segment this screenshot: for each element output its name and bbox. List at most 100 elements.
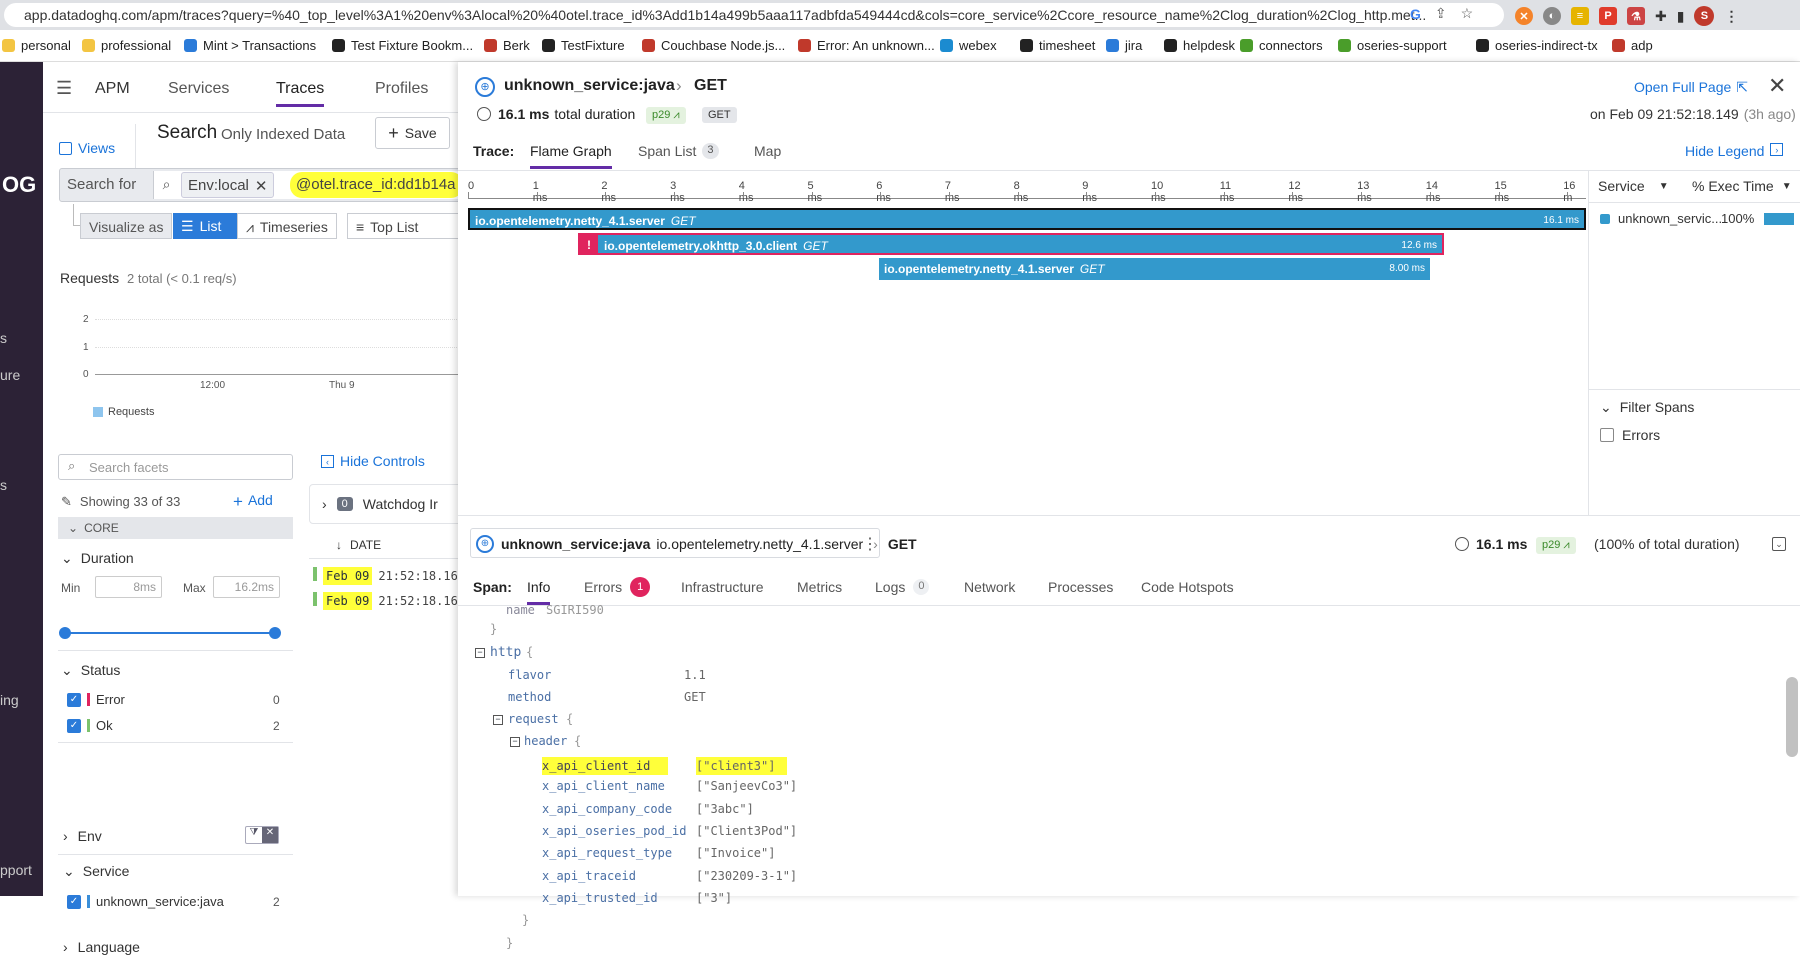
pencil-icon[interactable]: ✎ [61, 494, 72, 510]
legend-row[interactable]: unknown_servic... [1600, 211, 1722, 226]
language-facet[interactable]: › Language [63, 939, 140, 955]
tab-span-list[interactable]: Span List 3 [638, 143, 719, 159]
bookmark-item[interactable]: oseries-indirect-tx [1476, 38, 1598, 53]
nav-item[interactable]: ure [0, 367, 20, 383]
checkbox[interactable]: ✓ [67, 718, 81, 733]
apm-title[interactable]: APM [95, 80, 130, 98]
collapse-http-icon[interactable]: − [475, 648, 485, 658]
tab-map[interactable]: Map [754, 143, 781, 159]
service-facet[interactable]: ⌄ Service [63, 863, 129, 880]
header-value[interactable]: ["SanjeevCo3"] [696, 779, 797, 793]
header-value[interactable]: ["Invoice"] [696, 846, 775, 860]
errors-filter[interactable]: Errors [1600, 427, 1660, 443]
open-full-page-link[interactable]: Open Full Page ⇱ [1634, 79, 1748, 96]
panel-collapse-icon[interactable]: ⌄ [1772, 537, 1786, 551]
add-facet-button[interactable]: + Add [233, 492, 273, 512]
attr-value-flavor[interactable]: 1.1 [684, 668, 706, 682]
close-icon[interactable]: ✕ [1768, 73, 1786, 99]
nav-item[interactable]: ing [0, 692, 19, 708]
table-row[interactable]: Feb 09 21:52:18.16 [313, 592, 458, 610]
span-bar[interactable]: io.opentelemetry.netty_4.1.server GET 8.00… [879, 258, 1430, 280]
service-option[interactable]: ✓ unknown_service:java [67, 894, 224, 909]
extension-icon[interactable]: ✕ [1515, 7, 1533, 25]
date-column-header[interactable]: ↓ DATE [336, 538, 381, 552]
star-icon[interactable]: ☆ [1461, 5, 1474, 22]
puzzle-icon[interactable]: ✚ [1655, 8, 1667, 25]
env-filter-chip[interactable]: Env:local ✕ [181, 172, 275, 198]
tab-info[interactable]: Info [527, 579, 551, 605]
address-bar[interactable]: app.datadoghq.com/apm/traces?query=%40_t… [4, 3, 1504, 27]
legend-exec-column[interactable]: % Exec Time ▼ [1692, 178, 1792, 194]
legend-service-column[interactable]: Service ▼ [1598, 178, 1669, 194]
bookmark-item[interactable]: Berk [484, 38, 530, 53]
attr-group-header[interactable]: header [524, 734, 567, 748]
duration-facet[interactable]: ⌄ Duration [61, 550, 134, 567]
env-facet-main[interactable]: › Env [63, 828, 102, 844]
filter-spans-toggle[interactable]: ⌄ Filter Spans [1600, 399, 1694, 416]
bookmark-item[interactable]: jira [1106, 38, 1142, 53]
tab-processes[interactable]: Processes [1048, 579, 1113, 595]
table-row[interactable]: Feb 09 21:52:18.16 [313, 567, 458, 585]
scrollbar[interactable] [1786, 677, 1798, 757]
bookmark-item[interactable]: personal [2, 38, 71, 53]
nav-item[interactable]: s [0, 330, 7, 346]
bookmark-item[interactable]: TestFixture [542, 38, 625, 53]
span-bar[interactable]: io.opentelemetry.netty_4.1.server GET 16.1… [468, 208, 1586, 230]
filter-toggle-icon[interactable]: ⧩ ✕ [245, 826, 279, 844]
sidepanel-icon[interactable]: ▮ [1677, 8, 1685, 25]
status-ok-option[interactable]: ✓ Ok [67, 718, 113, 733]
nav-item[interactable]: pport [0, 862, 32, 878]
bookmark-item[interactable]: adp [1612, 38, 1653, 53]
checkbox[interactable] [1600, 428, 1614, 442]
tab-flame-graph[interactable]: Flame Graph [530, 143, 612, 169]
hide-controls-button[interactable]: ‹ Hide Controls [321, 453, 425, 469]
visualize-toplist-button[interactable]: ≡ Top List [347, 213, 463, 239]
bookmark-item[interactable]: Couchbase Node.js... [642, 38, 785, 53]
hamburger-icon[interactable]: ☰ [56, 78, 72, 99]
duration-slider[interactable] [65, 632, 275, 634]
tab-errors[interactable]: Errors 1 [584, 577, 651, 597]
visualize-list-button[interactable]: ☰ List [173, 213, 237, 239]
tab-network[interactable]: Network [964, 579, 1015, 595]
views-button[interactable]: Views [59, 124, 137, 172]
attr-value-method[interactable]: GET [684, 690, 706, 704]
attr-group-http[interactable]: http [490, 645, 521, 660]
bookmark-item[interactable]: Error: An unknown... [798, 38, 935, 53]
checkbox[interactable]: ✓ [67, 894, 81, 909]
header-value[interactable]: ["3"] [696, 891, 732, 905]
header-value[interactable]: ["client3"] [696, 757, 788, 775]
tab-metrics[interactable]: Metrics [797, 579, 842, 595]
menu-icon[interactable]: ⋮ [1724, 8, 1738, 25]
extension-icon[interactable]: ≡ [1571, 7, 1589, 25]
tab-infrastructure[interactable]: Infrastructure [681, 579, 763, 595]
tab-logs[interactable]: Logs 0 [875, 579, 930, 595]
bookmark-item[interactable]: webex [940, 38, 997, 53]
span-bar-error[interactable]: ! io.opentelemetry.okhttp_3.0.client GET 1… [578, 233, 1444, 255]
hide-legend-button[interactable]: Hide Legend › [1685, 143, 1784, 159]
bookmark-item[interactable]: helpdesk [1164, 38, 1235, 53]
header-value[interactable]: ["230209-3-1"] [696, 869, 797, 883]
extension-icon[interactable]: P [1599, 7, 1617, 25]
profile-avatar[interactable]: S [1694, 6, 1715, 26]
tab-services[interactable]: Services [168, 80, 229, 98]
core-section-header[interactable]: ⌄ CORE [58, 517, 293, 539]
extension-icon[interactable]: ◐ [1543, 7, 1561, 25]
save-button[interactable]: + Save [375, 117, 450, 149]
bookmark-item[interactable]: oseries-support [1338, 38, 1447, 53]
share-icon[interactable]: ⇪ [1435, 5, 1447, 22]
slider-min-handle[interactable] [59, 627, 71, 639]
bookmark-item[interactable]: professional [82, 38, 171, 53]
attr-group-request[interactable]: request [508, 712, 559, 726]
tab-traces[interactable]: Traces [276, 80, 325, 107]
kebab-menu-icon[interactable]: ⋮ [862, 534, 878, 554]
extension-icon[interactable]: ⚗ [1627, 7, 1645, 25]
google-icon[interactable]: G [1410, 6, 1421, 22]
duration-max-input[interactable]: 16.2ms [213, 576, 280, 598]
nav-item[interactable]: s [0, 477, 7, 493]
bookmark-item[interactable]: connectors [1240, 38, 1323, 53]
header-value[interactable]: ["3abc"] [696, 802, 754, 816]
duration-min-input[interactable]: 8ms [95, 576, 162, 598]
bookmark-item[interactable]: Test Fixture Bookm... [332, 38, 473, 53]
status-error-option[interactable]: ✓ Error [67, 692, 125, 707]
tab-code-hotspots[interactable]: Code Hotspots [1141, 579, 1234, 595]
